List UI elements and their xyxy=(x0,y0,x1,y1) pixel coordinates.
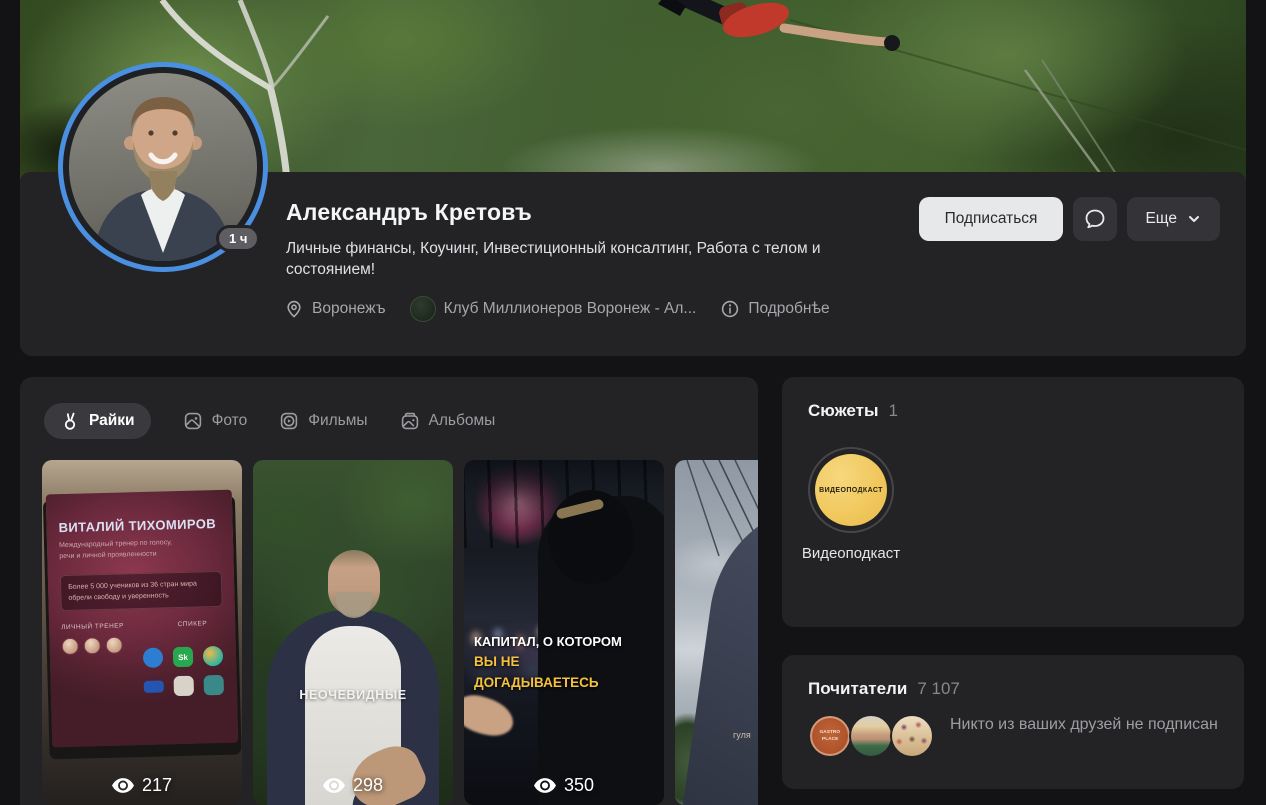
more-button[interactable]: Еще xyxy=(1127,197,1220,241)
view-count: 350 xyxy=(464,775,664,796)
group-link[interactable]: Клуб Миллионеров Воронеж - Ал... xyxy=(410,296,697,322)
clip-card-4[interactable]: гуля xyxy=(675,460,758,805)
details-link[interactable]: Подробнѣе xyxy=(720,299,829,319)
content-card: Райки Фото Фильмы xyxy=(20,377,758,805)
follower-avatars[interactable]: GASTRO PLACE xyxy=(808,714,934,758)
profile-actions: Подписаться Еще xyxy=(919,197,1220,241)
more-label: Еще xyxy=(1145,210,1177,228)
content-tabs: Райки Фото Фильмы xyxy=(44,403,758,439)
followers-count: 7 107 xyxy=(917,679,960,699)
follower-avatar-cupcakes xyxy=(890,714,934,758)
tab-label: Фото xyxy=(212,412,248,430)
followers-empty-text: Никто из ваших друзей не подписан xyxy=(950,714,1222,735)
clip1-slide: ВИТАЛИЙ ТИХОМИРОВ Международный тренер п… xyxy=(46,490,239,748)
clip3-caption: КАПИТАЛ, О КОТОРОМ ВЫ НЕ ДОГАДЫВАЕТЕСЬ xyxy=(474,632,634,694)
group-avatar xyxy=(410,296,436,322)
follower-avatar-gastro-place: GASTRO PLACE xyxy=(808,714,852,758)
view-count: 298 xyxy=(253,775,453,796)
followers-card: Почитатели 7 107 GASTRO PLACE Никто из в… xyxy=(782,655,1244,789)
stories-count: 1 xyxy=(888,401,897,421)
slide-title: ВИТАЛИЙ ТИХОМИРОВ xyxy=(58,516,220,535)
group-label: Клуб Миллионеров Воронеж - Ал... xyxy=(444,300,697,318)
slide-quote-box: Более 5 000 учеников из 36 стран мира об… xyxy=(60,571,223,612)
location-label: Воронежъ xyxy=(312,300,386,318)
tab-label: Альбомы xyxy=(429,412,496,430)
story-time-badge: 1 ч xyxy=(216,225,260,252)
slide-partner-logos: Sk xyxy=(143,646,224,697)
slide-subtitle: Международный тренер по голосу, речи и л… xyxy=(59,538,185,563)
followers-title: Почитатели xyxy=(808,679,907,699)
chat-bubble-icon xyxy=(1083,207,1107,231)
message-button[interactable] xyxy=(1073,197,1117,241)
tab-films[interactable]: Фильмы xyxy=(279,403,367,439)
story-item[interactable]: ВИДЕОПОДКАСТ Видеоподкаст xyxy=(808,447,894,564)
tab-photo[interactable]: Фото xyxy=(183,403,248,439)
location-pin-icon xyxy=(284,299,304,319)
clip2-caption: НЕОЧЕВИДНЫЕ xyxy=(253,688,453,702)
follower-avatar-woman xyxy=(849,714,893,758)
view-count: 217 xyxy=(42,775,242,796)
peace-hand-icon xyxy=(60,411,80,431)
view-count xyxy=(675,781,758,796)
chevron-down-icon xyxy=(1186,211,1202,227)
stories-card: Сюжеты 1 ВИДЕОПОДКАСТ Видеоподкаст xyxy=(782,377,1244,627)
film-play-icon xyxy=(279,411,299,431)
profile-name: Александръ Кретовъ xyxy=(286,199,532,226)
clip-card-1[interactable]: ВИТАЛИЙ ТИХОМИРОВ Международный тренер п… xyxy=(42,460,242,805)
photo-icon xyxy=(183,411,203,431)
story-cover: ВИДЕОПОДКАСТ xyxy=(815,454,887,526)
eye-icon xyxy=(534,778,556,793)
profile-meta-row: Воронежъ Клуб Миллионеров Воронеж - Ал..… xyxy=(284,293,830,325)
eye-icon xyxy=(112,778,134,793)
clip4-caption: гуля xyxy=(733,730,751,740)
story-cover-text: ВИДЕОПОДКАСТ xyxy=(819,487,883,494)
tab-raiki[interactable]: Райки xyxy=(44,403,151,439)
stories-title: Сюжеты xyxy=(808,401,878,421)
clips-row: ВИТАЛИЙ ТИХОМИРОВ Международный тренер п… xyxy=(42,460,758,805)
tab-label: Райки xyxy=(89,412,135,430)
details-label: Подробнѣе xyxy=(748,300,829,318)
tab-label: Фильмы xyxy=(308,412,367,430)
albums-icon xyxy=(400,411,420,431)
avatar[interactable]: 1 ч xyxy=(58,62,268,272)
story-label: Видеоподкаст xyxy=(795,543,907,564)
tab-albums[interactable]: Альбомы xyxy=(400,403,496,439)
location[interactable]: Воронежъ xyxy=(284,299,386,319)
profile-description: Личные финансы, Коучинг, Инвестиционный … xyxy=(286,238,866,280)
slide-right-heading: СПИКЕР xyxy=(178,620,208,628)
profile-card: 1 ч Александръ Кретовъ Личные финансы, К… xyxy=(20,0,1246,356)
clip-card-2[interactable]: НЕОЧЕВИДНЫЕ 298 xyxy=(253,460,453,805)
clip-card-3[interactable]: КАПИТАЛ, О КОТОРОМ ВЫ НЕ ДОГАДЫВАЕТЕСЬ 3… xyxy=(464,460,664,805)
subscribe-button[interactable]: Подписаться xyxy=(919,197,1064,241)
info-icon xyxy=(720,299,740,319)
slide-left-heading: ЛИЧНЫЙ ТРЕНЕР xyxy=(61,623,124,632)
eye-icon xyxy=(323,778,345,793)
